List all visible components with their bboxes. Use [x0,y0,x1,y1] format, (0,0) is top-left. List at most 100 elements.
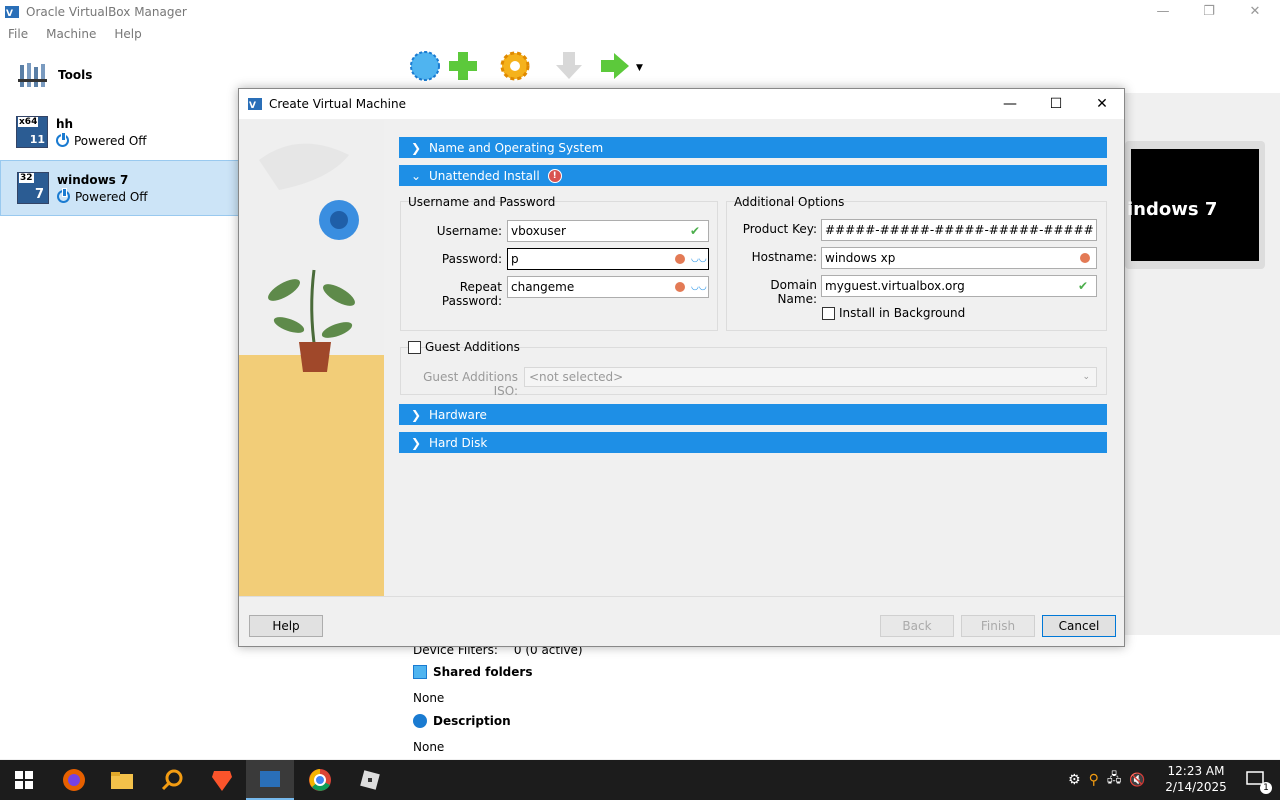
volume-muted-icon[interactable]: 🔇 [1129,773,1145,788]
password-value: p [511,252,519,266]
power-off-icon [56,132,69,147]
notification-center-button[interactable]: 1 [1232,760,1280,800]
preview-label: indows 7 [1127,199,1218,220]
dialog-close-button[interactable]: ✕ [1079,89,1125,119]
dialog-footer: Help Back Finish Cancel [239,596,1124,646]
domain-name-field[interactable]: myguest.virtualbox.org ✔ [821,275,1097,297]
taskbar-roblox[interactable] [346,760,394,800]
main-window-title: Oracle VirtualBox Manager [26,4,187,19]
tray-search-icon[interactable]: ⚲ [1089,772,1099,788]
section-label: Hardware [429,407,487,422]
repeat-password-field[interactable]: changeme ◡◡ [507,276,709,298]
taskbar-virtualbox[interactable] [246,760,294,800]
roblox-icon [360,770,380,790]
hostname-field[interactable]: windows xp [821,247,1097,269]
guest-additions-iso-select[interactable]: <not selected> ⌄ [524,367,1097,387]
warning-icon: ! [547,168,562,183]
shared-folders-value: None [413,691,445,705]
vm-item-windows-7[interactable]: 32 7 windows 7 Powered Off [0,160,240,216]
section-hard-disk[interactable]: ❯ Hard Disk [399,432,1107,453]
username-value: vboxuser [511,224,566,238]
help-button[interactable]: Help [249,615,323,637]
new-vm-icon[interactable] [408,49,442,85]
domain-name-value: myguest.virtualbox.org [825,279,965,293]
minimize-icon: — [1003,96,1017,112]
dialog-minimize-button[interactable]: — [987,89,1033,119]
svg-text:V: V [249,101,256,111]
vm-state: Powered Off [74,133,147,148]
guest-additions-label: Guest Additions [425,340,520,354]
taskbar-file-explorer[interactable] [98,760,146,800]
section-label: Name and Operating System [429,140,604,155]
main-title-bar: V Oracle VirtualBox Manager — ❐ ✕ [0,0,1280,23]
taskbar-firefox[interactable] [50,760,98,800]
discard-arrow-icon[interactable] [552,49,586,85]
chevron-right-icon: ❯ [410,407,422,422]
create-vm-dialog: V Create Virtual Machine — ☐ ✕ ❯ Name an… [238,88,1125,647]
dialog-maximize-button[interactable]: ☐ [1033,89,1079,119]
back-button[interactable]: Back [880,615,954,637]
username-field[interactable]: vboxuser ✔ [507,220,709,242]
magnifier-icon [161,769,183,791]
start-arrow-icon[interactable] [598,49,632,85]
start-dropdown-icon[interactable]: ▼ [636,63,643,73]
menu-help[interactable]: Help [114,27,141,41]
taskbar-search-app[interactable] [148,760,196,800]
password-label: Password: [441,252,502,266]
tray-app-icon[interactable]: ⚙ [1068,772,1081,788]
section-hardware[interactable]: ❯ Hardware [399,404,1107,425]
minimize-button[interactable]: — [1140,0,1186,23]
vm-name: hh [56,116,74,131]
menu-machine[interactable]: Machine [46,27,96,41]
vm-item-hh[interactable]: x64 11 hh Powered Off [0,104,240,160]
install-in-background-checkbox[interactable] [822,307,835,320]
menu-bar: File Machine Help [0,23,1280,45]
minimize-icon: — [1156,4,1170,19]
virtualbox-logo-icon: V [248,98,262,111]
restore-button[interactable]: ❐ [1186,0,1232,23]
taskbar-brave[interactable] [198,760,246,800]
username-password-group-title: Username and Password [408,195,556,209]
additional-options-group-title: Additional Options [734,195,845,209]
flower-pot-illustration [259,143,359,372]
show-password-icon[interactable]: ◡◡ [691,282,707,292]
wizard-side-art [239,120,384,596]
chevron-right-icon: ❯ [410,140,422,155]
brave-icon [212,771,232,791]
valid-check-icon: ✔ [1078,279,1089,293]
dialog-title-bar: V Create Virtual Machine — ☐ ✕ [239,89,1124,119]
taskbar-chrome[interactable] [296,760,344,800]
menu-file[interactable]: File [8,27,28,41]
maximize-icon: ☐ [1049,96,1063,112]
hostname-value: windows xp [825,251,896,265]
add-vm-icon[interactable] [446,49,480,85]
arch-badge: x64 [18,117,39,127]
error-icon [675,254,685,264]
close-icon: ✕ [1096,96,1108,112]
settings-gear-icon[interactable] [498,49,532,85]
chevron-down-icon: ⌄ [1082,372,1090,382]
vm-state: Powered Off [75,189,148,204]
clock-date: 2/14/2025 [1165,780,1227,794]
section-name-os[interactable]: ❯ Name and Operating System [399,137,1107,158]
chrome-icon [309,769,331,791]
section-label: Unattended Install [429,168,540,183]
description-header[interactable]: Description [433,714,511,728]
close-button[interactable]: ✕ [1232,0,1278,23]
section-unattended-install[interactable]: ⌄ Unattended Install ! [399,165,1107,186]
start-button[interactable] [0,760,48,800]
network-icon[interactable]: 🖧 [1107,769,1122,791]
tools-label: Tools [58,68,93,82]
show-password-icon[interactable]: ◡◡ [691,254,707,264]
os-version-badge: 7 [34,187,44,202]
product-key-field[interactable]: #####-#####-#####-#####-##### [821,219,1097,241]
shared-folders-header[interactable]: Shared folders [433,665,532,679]
password-field[interactable]: p ◡◡ [507,248,709,270]
restore-icon: ❐ [1203,4,1215,19]
guest-additions-checkbox[interactable] [408,341,421,354]
arch-badge: 32 [19,173,34,183]
cancel-button[interactable]: Cancel [1042,615,1116,637]
taskbar-clock[interactable]: 12:23 AM 2/14/2025 [1160,763,1232,795]
error-icon [1080,253,1090,263]
finish-button[interactable]: Finish [961,615,1035,637]
